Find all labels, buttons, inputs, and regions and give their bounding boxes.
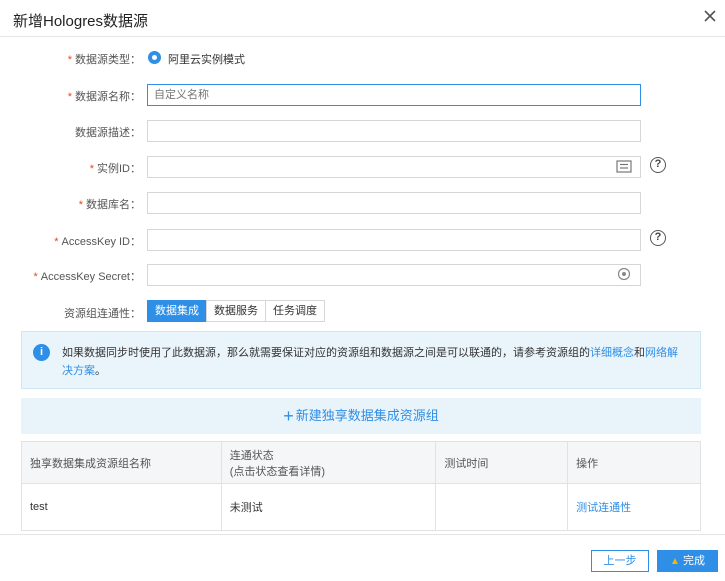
warning-icon: ▲	[670, 556, 680, 567]
form-row-desc: 数据源描述：	[0, 119, 725, 143]
form-row-conn: 资源组连通性： 数据集成 数据服务 任务调度	[0, 300, 725, 324]
db-input[interactable]	[147, 192, 641, 214]
info-icon: i	[33, 344, 50, 361]
prev-button[interactable]: 上一步	[591, 550, 649, 572]
form-row-akid: * AccessKey ID： ?	[0, 228, 725, 252]
table-row: test 未测试 测试连通性	[21, 483, 701, 531]
close-icon[interactable]	[700, 6, 720, 26]
add-resource-group-button[interactable]: + 新建独享数据集成资源组	[21, 398, 701, 434]
type-option-label: 阿里云实例模式	[168, 54, 245, 66]
db-label: * 数据库名：	[78, 199, 141, 211]
name-label: * 数据源名称：	[67, 91, 141, 103]
cell-time	[435, 483, 569, 531]
conn-tabs: 数据集成 数据服务 任务调度	[147, 300, 325, 322]
detail-concept-link[interactable]: 详细概念	[590, 347, 634, 359]
plus-icon: +	[283, 406, 294, 426]
instance-input[interactable]	[147, 156, 641, 178]
desc-label: 数据源描述：	[75, 127, 141, 139]
form-row-instance: * 实例ID： ?	[0, 155, 725, 179]
form-row-aksecret: * AccessKey Secret：	[0, 263, 725, 287]
col-header-time: 测试时间	[435, 441, 569, 484]
aksecret-label: * AccessKey Secret：	[33, 271, 141, 283]
dialog-title: 新增Hologres数据源	[13, 13, 149, 30]
dialog-header: 新增Hologres数据源	[0, 0, 725, 37]
conn-label: 资源组连通性：	[64, 308, 141, 320]
cell-status[interactable]: 未测试	[220, 483, 437, 531]
info-text: 如果数据同步时使用了此数据源，那么就需要保证对应的资源组和数据源之间是可以联通的…	[62, 347, 678, 377]
akid-help-icon[interactable]: ?	[650, 230, 666, 246]
instance-label: * 实例ID：	[89, 163, 141, 175]
add-resource-group-label: 新建独享数据集成资源组	[295, 408, 439, 423]
done-button[interactable]: ▲ 完成	[657, 550, 718, 572]
col-header-action: 操作	[567, 441, 701, 484]
eye-icon[interactable]	[617, 267, 631, 281]
cell-name: test	[21, 483, 222, 531]
form-row-db: * 数据库名：	[0, 191, 725, 215]
info-notice: i 如果数据同步时使用了此数据源，那么就需要保证对应的资源组和数据源之间是可以联…	[21, 331, 701, 389]
akid-label: * AccessKey ID：	[54, 236, 141, 248]
resource-group-table: 独享数据集成资源组名称 连通状态 (点击状态查看详情) 测试时间 操作 test …	[21, 441, 701, 531]
tab-data-service[interactable]: 数据服务	[206, 300, 266, 322]
form-row-name: * 数据源名称：	[0, 83, 725, 107]
desc-input[interactable]	[147, 120, 641, 142]
col-header-name: 独享数据集成资源组名称	[21, 441, 222, 484]
form-row-type: * 数据源类型： 阿里云实例模式	[0, 46, 725, 70]
aksecret-input[interactable]	[147, 264, 641, 286]
akid-input[interactable]	[147, 229, 641, 251]
type-label: * 数据源类型：	[67, 54, 141, 66]
instance-picker-icon[interactable]	[616, 160, 632, 173]
instance-help-icon[interactable]: ?	[650, 157, 666, 173]
radio-selected[interactable]	[148, 51, 161, 64]
col-header-status: 连通状态 (点击状态查看详情)	[220, 441, 437, 484]
name-input[interactable]	[147, 84, 641, 106]
tab-data-integration[interactable]: 数据集成	[147, 300, 207, 322]
test-connectivity-link[interactable]: 测试连通性	[576, 502, 631, 514]
table-header-row: 独享数据集成资源组名称 连通状态 (点击状态查看详情) 测试时间 操作	[21, 441, 701, 484]
dialog-footer: 上一步 ▲ 完成	[0, 534, 725, 581]
tab-task-scheduling[interactable]: 任务调度	[265, 300, 325, 322]
cell-action: 测试连通性	[567, 483, 701, 531]
